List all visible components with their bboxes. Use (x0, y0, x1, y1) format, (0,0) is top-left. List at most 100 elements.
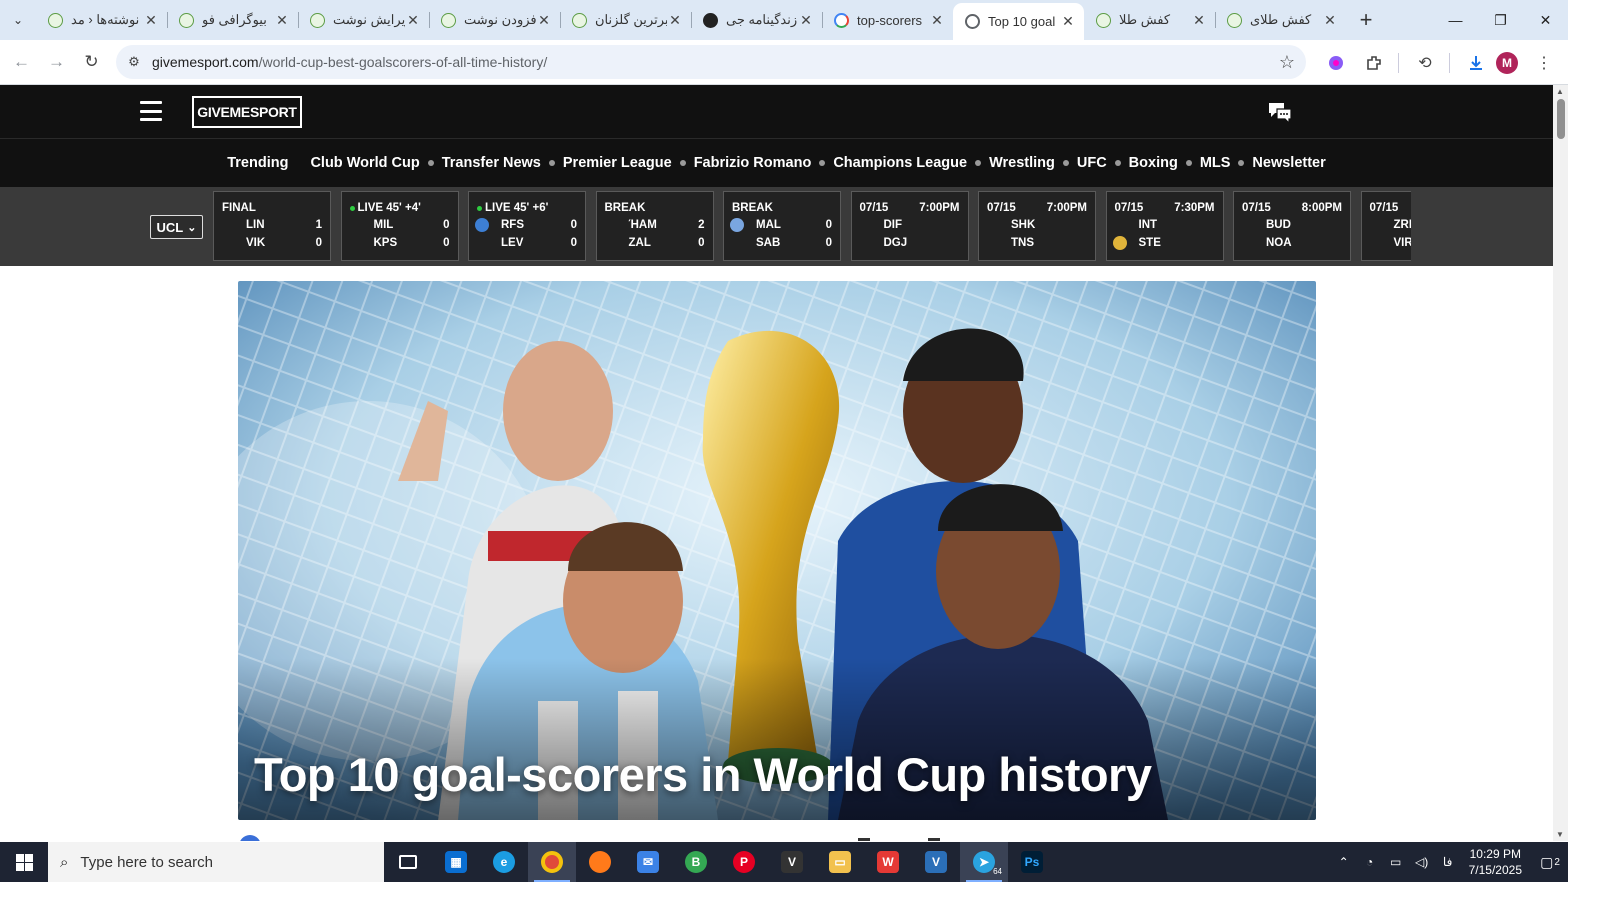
team-row: MIL 0 (350, 216, 450, 234)
scroll-down-icon[interactable]: ▼ (1556, 830, 1564, 839)
v2ray-icon[interactable]: V (912, 842, 960, 882)
gemini-icon[interactable] (1318, 45, 1354, 81)
match-status-row: LIVE 45' +4' (349, 200, 450, 216)
browser-tab[interactable]: زندگینامه جی ✕ (691, 3, 822, 37)
clock[interactable]: 10:29 PM 7/15/2025 (1469, 846, 1522, 878)
language-indicator[interactable]: فا (1437, 855, 1459, 869)
league-select[interactable]: UCL ⌄ (150, 215, 203, 239)
chrome-b-icon[interactable]: B (672, 842, 720, 882)
tab-close-icon[interactable]: ✕ (1191, 12, 1207, 29)
trending-link[interactable]: Champions League (833, 155, 967, 171)
browser-tab[interactable]: بیوگرافی فو ✕ (167, 3, 298, 37)
edge-icon[interactable]: e (480, 842, 528, 882)
hamburger-menu-icon[interactable] (140, 101, 162, 121)
trending-link[interactable]: Boxing (1129, 155, 1178, 171)
browser-tab[interactable]: افزودن نوشت ✕ (429, 3, 560, 37)
telegram-icon[interactable]: ➤ 64 (960, 842, 1008, 882)
more-menu-icon[interactable]: ⋮ (1526, 45, 1562, 81)
trending-link[interactable]: Fabrizio Romano (694, 155, 812, 171)
browser-tab[interactable]: top-scorers ✕ (822, 3, 953, 37)
file-explorer-icon[interactable]: ▭ (816, 842, 864, 882)
task-view-icon[interactable] (384, 842, 432, 882)
site-logo[interactable]: GIVEMESPORT (192, 96, 302, 128)
mail-icon[interactable]: ✉ (624, 842, 672, 882)
team-abbr: NOA (1266, 237, 1292, 249)
forward-button[interactable]: → (39, 45, 74, 80)
match-card[interactable]: FINAL LIN 1 VIK 0 (213, 191, 331, 261)
store-icon[interactable]: ▦ (432, 842, 480, 882)
close-window-button[interactable]: ✕ (1523, 0, 1568, 40)
firefox-icon[interactable] (576, 842, 624, 882)
trending-link[interactable]: Premier League (563, 155, 672, 171)
pinterest-icon[interactable]: P (720, 842, 768, 882)
battery-icon[interactable]: ▭ (1385, 855, 1407, 869)
browser-tab[interactable]: کفش طلا ✕ (1084, 3, 1215, 37)
hero-image[interactable]: Top 10 goal-scorers in World Cup history (238, 281, 1316, 820)
trending-link[interactable]: Wrestling (989, 155, 1055, 171)
site-info-icon[interactable]: ⚙ (116, 54, 152, 70)
profile-avatar[interactable]: M (1496, 51, 1518, 74)
download-icon[interactable] (1458, 45, 1494, 81)
reload-button[interactable]: ↻ (74, 45, 109, 80)
chevron-up-icon[interactable]: ⌃ (1333, 855, 1355, 869)
trending-link[interactable]: Club World Cup (310, 155, 419, 171)
match-card[interactable]: LIVE 45' +4' MIL 0 KPS 0 (340, 191, 459, 261)
match-card[interactable]: 07/15 ZRI VIR (1360, 191, 1411, 261)
tab-close-icon[interactable]: ✕ (929, 12, 945, 29)
tab-close-icon[interactable]: ✕ (667, 12, 683, 29)
article-title: Top 10 goal-scorers in World Cup history (254, 748, 1152, 801)
page-viewport: GIVEMESPORT Trending Club World Cup Trans… (0, 85, 1568, 841)
trending-link[interactable]: UFC (1077, 155, 1107, 171)
network-icon[interactable]: ◔ (1359, 855, 1381, 869)
tab-close-icon[interactable]: ✕ (1060, 13, 1076, 30)
trending-link[interactable]: Transfer News (442, 155, 541, 171)
new-tab-button[interactable]: + (1350, 4, 1382, 36)
page-scrollbar[interactable]: ▲ ▼ (1553, 85, 1568, 841)
browser-tab[interactable]: برترین گلزنان ✕ (560, 3, 691, 37)
match-card[interactable]: 07/15 8:00PM BUD NOA (1233, 191, 1351, 261)
team-row: MAL 0 (730, 216, 832, 234)
vpn-icon[interactable]: V (768, 842, 816, 882)
tab-close-icon[interactable]: ✕ (1322, 12, 1338, 29)
notification-center-icon[interactable]: ▢ 2 (1532, 842, 1568, 882)
bookmark-star-icon[interactable]: ☆ (1268, 52, 1306, 73)
chat-icon[interactable] (1267, 101, 1293, 123)
scrollbar-thumb[interactable] (1557, 99, 1565, 139)
match-card[interactable]: 07/15 7:30PM INT STE (1105, 191, 1224, 261)
volume-icon[interactable]: ◁) (1411, 855, 1433, 869)
browser-tab[interactable]: نوشته‌ها ‹ مد ✕ (36, 3, 167, 37)
browser-tab[interactable]: Top 10 goal ✕ (953, 3, 1084, 40)
history-icon[interactable]: ⟲ (1407, 45, 1443, 81)
nav-separator-dot (1062, 160, 1069, 166)
start-button[interactable] (0, 842, 48, 882)
wps-icon[interactable]: W (864, 842, 912, 882)
clock-date: 7/15/2025 (1468, 863, 1522, 877)
photoshop-icon[interactable]: Ps (1008, 842, 1056, 882)
minimize-button[interactable]: — (1433, 0, 1478, 40)
tab-close-icon[interactable]: ✕ (405, 12, 421, 29)
match-card[interactable]: 07/15 7:00PM DIF DGJ (850, 191, 969, 261)
match-card[interactable]: BREAK MAL 0 SAB 0 (723, 191, 841, 261)
chrome-icon[interactable] (528, 842, 576, 882)
tab-close-icon[interactable]: ✕ (143, 12, 159, 29)
taskbar-search-input[interactable]: ⌕ Type here to search (48, 842, 384, 882)
address-bar[interactable]: ⚙ givemesport.com/world-cup-best-goalsco… (116, 45, 1306, 79)
scroll-up-icon[interactable]: ▲ (1556, 87, 1564, 96)
back-button[interactable]: ← (4, 45, 39, 80)
extensions-icon[interactable] (1356, 45, 1392, 81)
browser-tab[interactable]: ویرایش نوشت ✕ (298, 3, 429, 37)
url-text[interactable]: givemesport.com/world-cup-best-goalscore… (152, 54, 1268, 70)
match-card[interactable]: 07/15 7:00PM SHK TNS (978, 191, 1096, 261)
arrow-left-icon: ← (13, 52, 30, 71)
tab-search-button[interactable]: ⌄ (0, 0, 36, 40)
tab-close-icon[interactable]: ✕ (274, 12, 290, 29)
tab-close-icon[interactable]: ✕ (536, 12, 552, 29)
chevron-down-icon: ⌄ (187, 221, 197, 234)
restore-button[interactable]: ❐ (1478, 0, 1523, 40)
browser-tab[interactable]: کفش طلای ✕ (1215, 3, 1346, 37)
match-card[interactable]: LIVE 45' +6' RFS 0 LEV 0 (468, 191, 586, 261)
trending-link[interactable]: MLS (1200, 155, 1231, 171)
tab-close-icon[interactable]: ✕ (798, 12, 814, 29)
trending-link[interactable]: Newsletter (1252, 155, 1325, 171)
match-card[interactable]: BREAK ΉAM 2 ZAL 0 (595, 191, 714, 261)
